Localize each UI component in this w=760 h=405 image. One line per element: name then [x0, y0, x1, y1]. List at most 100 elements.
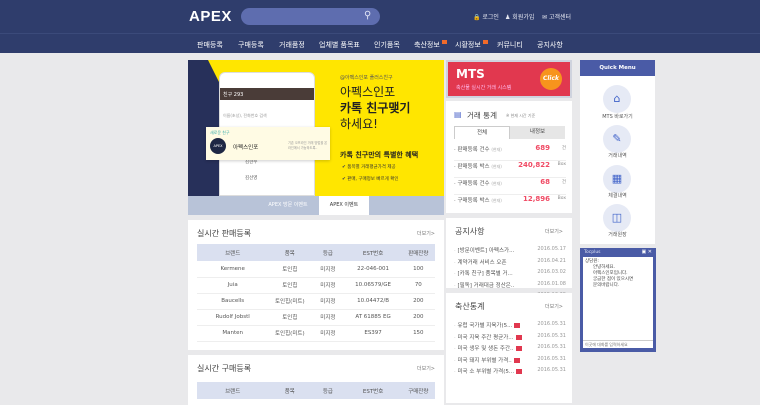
table-cell: 10.04472/B — [344, 293, 402, 310]
more-link[interactable]: 더보기> — [417, 365, 435, 372]
quick-contract-history[interactable]: 체결내역 — [580, 192, 655, 199]
tab-all[interactable]: 전체 — [454, 126, 510, 139]
chart-icon: ▤ — [454, 110, 462, 119]
apex-avatar: APEX — [210, 138, 226, 154]
new-friend-label: 새로운 친구 — [210, 130, 230, 135]
search-input[interactable] — [241, 8, 380, 25]
table-cell: 미지정 — [311, 293, 345, 310]
list-item[interactable]: · 미국 소 부위별 가격(5... 2016.05.31 — [454, 367, 566, 375]
col-grade: 등급 — [311, 244, 345, 261]
nav-buy[interactable]: 구매등록 — [238, 40, 264, 50]
banner-tab-visit-event[interactable]: APEX 방문 이벤트 — [258, 196, 318, 215]
ledger-icon[interactable]: ◫ — [603, 204, 631, 232]
table-cell: Rudolf Jobstl — [197, 309, 269, 326]
table-cell: Kermene — [197, 261, 269, 278]
nav-sell[interactable]: 판매등록 — [197, 40, 223, 50]
phone-friend-2: 김선영 — [245, 176, 258, 181]
col-brand: 브랜드 — [197, 244, 269, 261]
nav-label: 시황정보 — [455, 41, 481, 49]
nav-vendor-items[interactable]: 업체별 품목표 — [319, 40, 360, 50]
list-item[interactable]: · 미국 지육 주간 평균가... 2016.05.31 — [454, 333, 566, 341]
quick-menu-title: Quick Menu — [580, 60, 655, 76]
support-label: 고객센터 — [548, 14, 572, 21]
col-remaining: 판매잔량 — [401, 244, 435, 261]
table-cell: 22-046-001 — [344, 261, 402, 278]
nav-trade[interactable]: 거래품정 — [279, 40, 305, 50]
list-item[interactable]: · 유럽 국가별 지육가(5... 2016.05.31 — [454, 321, 566, 329]
new-icon — [515, 334, 522, 340]
stat-row: · 판매등록 건수 (현재) 689 건 — [454, 144, 566, 161]
kakao-banner[interactable]: 친구 293 이름(초성), 전화번호 검색 김현수 김선영 새로운 친구 AP… — [188, 60, 444, 196]
search-icon[interactable]: ⚲ — [364, 10, 371, 21]
login-link[interactable]: 🔒 로그인 — [473, 12, 499, 21]
more-link[interactable]: 더보기> — [545, 303, 563, 310]
table-cell: 70 — [401, 277, 435, 294]
nav-notice[interactable]: 공지사항 — [537, 40, 563, 50]
mts-subtitle: 축산물 실시간 거래 시스템 — [456, 85, 512, 91]
table-cell: 150 — [401, 325, 435, 342]
save-icon[interactable]: ▦ — [603, 165, 631, 193]
stat-row: · 구매등록 건수 (현재) 68 건 — [454, 178, 566, 195]
list-item[interactable]: · [필독] 거래대금 정산은.. 2016.01.08 — [454, 281, 566, 289]
logo[interactable]: APEX — [189, 8, 232, 25]
tab-my-info[interactable]: 내정보 — [510, 126, 565, 139]
quick-trade-history[interactable]: 거래내역 — [580, 152, 655, 159]
item-title: 미국 지육 주간 평균가... — [457, 334, 514, 341]
chat-widget: Tocplus ▣ ✕ 상담원: 안녕하세요. 아펙스인포입니다. 궁금한 점이… — [580, 248, 656, 352]
headline-line-2: 카톡 친구맺기 — [340, 101, 411, 115]
phone-search: 이름(초성), 전화번호 검색 — [223, 113, 267, 118]
realtime-buy-panel: 실시간 구매등록 더보기> 브랜드 품목 등급 EST번호 구매잔량 — [188, 355, 444, 405]
close-icon[interactable]: ▣ ✕ — [641, 249, 652, 255]
table-cell: Juia — [197, 277, 269, 294]
more-link[interactable]: 더보기> — [417, 230, 435, 237]
quick-menu: Quick Menu ⌂ MTS 바로가기 ✎ 거래내역 ▦ 체결내역 ◫ 거래… — [580, 60, 655, 244]
col-grade: 등급 — [311, 382, 345, 399]
table-row[interactable]: Juia 토인힙 미지정 10.06579/GE 70 — [197, 277, 435, 294]
nav-market-info[interactable]: 시황정보 — [455, 40, 488, 50]
table-row[interactable]: Manten 토인힙(미트) 미지정 ES397 150 — [197, 325, 435, 342]
chat-input[interactable] — [583, 340, 653, 348]
list-item[interactable]: · 미국 생우 및 생돈 주간.. 2016.05.31 — [454, 344, 566, 352]
table-cell: AT 61885 EG — [344, 309, 402, 326]
table-cell: 토인힙 — [268, 277, 312, 294]
support-link[interactable]: ✉ 고객센터 — [542, 12, 571, 21]
table-cell: Baucells — [197, 293, 269, 310]
click-badge[interactable]: Click — [540, 68, 562, 90]
quick-ledger[interactable]: 거래원장 — [580, 231, 655, 238]
panel-title: 축산통계 — [455, 302, 485, 311]
list-item[interactable]: · 계약거래 서비스 오픈 2016.04.21 — [454, 258, 566, 266]
nav-community[interactable]: 커뮤니티 — [497, 40, 523, 50]
item-date: 2016.05.31 — [537, 344, 566, 350]
banner-tab-event[interactable]: APEX 이벤트 — [319, 196, 369, 215]
list-item[interactable]: · [카톡 친구] 품목별 거... 2016.03.02 — [454, 269, 566, 277]
table-row[interactable]: Kermene 토인힙 미지정 22-046-001 100 — [197, 261, 435, 278]
home-icon[interactable]: ⌂ — [603, 85, 631, 113]
panel-title: 공지사항 — [455, 227, 485, 236]
list-item[interactable]: · [방문이벤트] 아펙스가... 2016.05.17 — [454, 246, 566, 254]
table-cell: 미지정 — [311, 261, 345, 278]
list-item[interactable]: · 미국 돼지 부위별 가격.. 2016.05.31 — [454, 356, 566, 364]
table-cell: 미지정 — [311, 309, 345, 326]
table-cell: 미지정 — [311, 277, 345, 294]
signup-label: 회원가입 — [512, 14, 535, 21]
table-row[interactable]: Baucells 토인힙(미트) 미지정 10.04472/B 200 — [197, 293, 435, 310]
edit-icon[interactable]: ✎ — [603, 125, 631, 153]
mts-button[interactable]: MTS 축산물 실시간 거래 시스템 Click — [446, 60, 572, 98]
table-cell: 토인힙 — [268, 309, 312, 326]
table-row[interactable]: Rudolf Jobstl 토인힙 미지정 AT 61885 EG 200 — [197, 309, 435, 326]
col-est: EST번호 — [344, 244, 402, 261]
item-date: 2016.04.21 — [537, 257, 566, 264]
check-icon: ✔ — [342, 177, 346, 182]
stat-unit: 건 — [561, 146, 566, 151]
nav-livestock-info[interactable]: 축산정보 — [414, 40, 447, 50]
item-title: [카톡 친구] 품목별 거... — [457, 271, 513, 277]
quick-mts[interactable]: MTS 바로가기 — [580, 113, 655, 120]
headline-line-1: 아펙스인포 — [340, 85, 396, 99]
more-link[interactable]: 더보기> — [545, 228, 563, 235]
signup-link[interactable]: ♟ 회원가입 — [505, 12, 534, 21]
trade-stats-panel: ▤ 거래 통계 ※ 현재 시간 기준 전체 내정보 · 판매등록 건수 (현재)… — [446, 101, 572, 213]
nav-popular[interactable]: 인기품목 — [374, 40, 400, 50]
col-remaining: 구매잔량 — [401, 382, 435, 399]
col-est: EST번호 — [344, 382, 402, 399]
stat-label: · 판매등록 건수 (현재) — [454, 147, 502, 153]
